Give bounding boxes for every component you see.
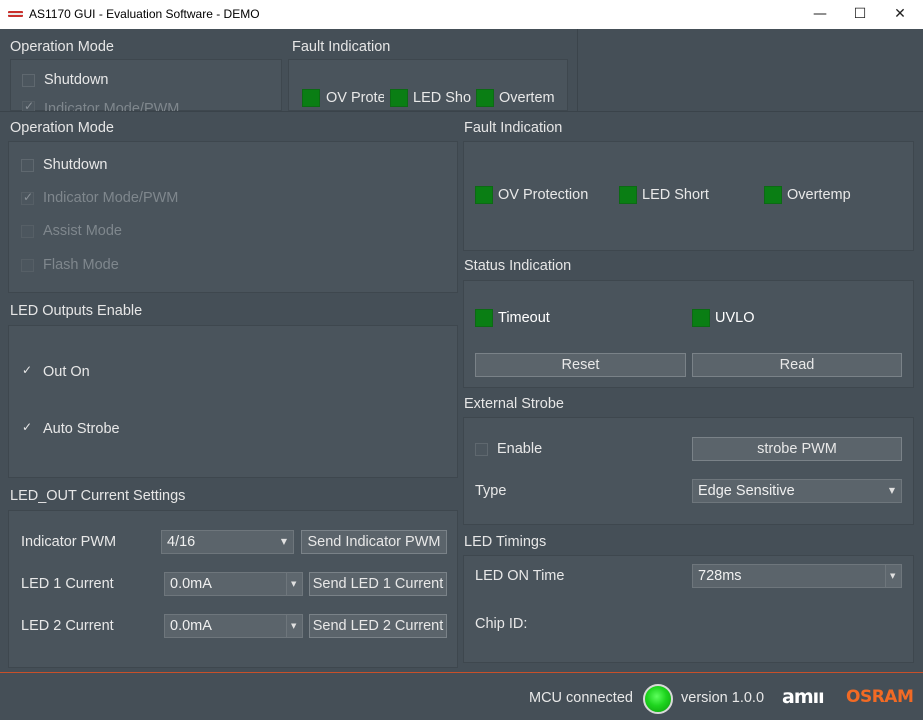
external-strobe-panel bbox=[463, 417, 914, 525]
overlay-shutdown-label: Shutdown bbox=[44, 72, 109, 88]
overlay-ov-led-icon bbox=[302, 89, 320, 107]
led2-current-select[interactable]: 0.0mA bbox=[164, 614, 303, 638]
indicator-pwm-value: 4/16 bbox=[167, 534, 196, 550]
timeout-label: Timeout bbox=[498, 310, 550, 326]
out-on-label: Out On bbox=[43, 364, 90, 380]
send-indicator-pwm-button[interactable]: Send Indicator PWM bbox=[301, 530, 447, 554]
ams-logo: amıı bbox=[782, 686, 825, 708]
led-on-time-dropdown-icon[interactable] bbox=[885, 565, 901, 587]
operation-mode-title: Operation Mode bbox=[10, 120, 114, 136]
current-settings-title: LED_OUT Current Settings bbox=[10, 488, 186, 504]
led2-current-value: 0.0mA bbox=[170, 618, 212, 634]
window-title: AS1170 GUI - Evaluation Software - DEMO bbox=[29, 7, 260, 21]
led1-current-label: LED 1 Current bbox=[21, 576, 114, 592]
strobe-type-label: Type bbox=[475, 483, 507, 499]
ov-protection-label: OV Protection bbox=[498, 187, 589, 203]
ov-protection-led-icon bbox=[475, 186, 493, 204]
strobe-enable-row[interactable]: Enable bbox=[475, 441, 542, 457]
fault-indication-title: Fault Indication bbox=[464, 120, 563, 136]
led1-current-value: 0.0mA bbox=[170, 576, 212, 592]
uvlo-label: UVLO bbox=[715, 310, 755, 326]
auto-strobe-label: Auto Strobe bbox=[43, 421, 120, 437]
assist-mode-row: Assist Mode bbox=[21, 223, 122, 239]
overlay-led-short-led-icon bbox=[390, 89, 408, 107]
overlay-indicator-label: Indicator Mode/PWM bbox=[44, 101, 180, 111]
external-strobe-title: External Strobe bbox=[464, 396, 564, 412]
strobe-type-value: Edge Sensitive bbox=[698, 483, 795, 499]
out-on-row[interactable]: Out On bbox=[21, 363, 90, 381]
chevron-down-icon: ▼ bbox=[888, 486, 895, 495]
send-led2-current-button[interactable]: Send LED 2 Current bbox=[309, 614, 447, 638]
out-on-checkbox[interactable] bbox=[21, 363, 34, 379]
indicator-pwm-select[interactable]: 4/16 ▼ bbox=[161, 530, 294, 554]
overtemp-label: Overtemp bbox=[787, 187, 851, 203]
status-indication-title: Status Indication bbox=[464, 258, 572, 274]
overlay-indicator-checkbox bbox=[22, 101, 35, 111]
mcu-connected-led-icon bbox=[643, 684, 673, 714]
chip-id-label: Chip ID: bbox=[475, 616, 528, 632]
version-label: version 1.0.0 bbox=[681, 690, 765, 706]
overlay-shutdown-row[interactable]: Shutdown bbox=[22, 72, 109, 88]
led-outputs-panel bbox=[8, 325, 458, 478]
flash-mode-label: Flash Mode bbox=[43, 257, 119, 273]
led-short-led-icon bbox=[619, 186, 637, 204]
overlay-led-short-label: LED Sho bbox=[413, 90, 471, 106]
osram-logo: OSRAM bbox=[846, 687, 914, 707]
shutdown-label: Shutdown bbox=[43, 157, 108, 173]
indicator-mode-row: Indicator Mode/PWM bbox=[21, 190, 178, 206]
led-on-time-select[interactable]: 728ms bbox=[692, 564, 902, 588]
overlay-ov-label: OV Prote bbox=[326, 90, 384, 106]
assist-mode-checkbox bbox=[21, 224, 34, 238]
reset-button[interactable]: Reset bbox=[475, 353, 686, 377]
mcu-status-label: MCU connected bbox=[529, 690, 633, 706]
overlay-operation-mode-title: Operation Mode bbox=[10, 39, 114, 55]
overlay-panel: Operation Mode Shutdown Indicator Mode/P… bbox=[0, 29, 578, 111]
title-bar: AS1170 GUI - Evaluation Software - DEMO … bbox=[0, 0, 923, 29]
close-button[interactable]: ✕ bbox=[877, 0, 923, 29]
app-logo-icon bbox=[8, 11, 23, 17]
shutdown-checkbox[interactable] bbox=[21, 158, 34, 172]
flash-mode-row: Flash Mode bbox=[21, 257, 119, 273]
overlay-overtemp-led-icon bbox=[476, 89, 494, 107]
indicator-mode-checkbox bbox=[21, 190, 34, 205]
led-on-time-value: 728ms bbox=[698, 568, 742, 584]
led-short-label: LED Short bbox=[642, 187, 709, 203]
led2-dropdown-icon[interactable] bbox=[286, 615, 302, 637]
send-led1-current-button[interactable]: Send LED 1 Current bbox=[309, 572, 447, 596]
flash-mode-checkbox bbox=[21, 258, 34, 272]
led-outputs-title: LED Outputs Enable bbox=[10, 303, 143, 319]
chevron-down-icon: ▼ bbox=[280, 537, 287, 546]
overlay-shutdown-checkbox[interactable] bbox=[22, 73, 35, 87]
led1-dropdown-icon[interactable] bbox=[286, 573, 302, 595]
shutdown-row[interactable]: Shutdown bbox=[21, 157, 108, 173]
auto-strobe-row[interactable]: Auto Strobe bbox=[21, 420, 120, 438]
strobe-pwm-button[interactable]: strobe PWM bbox=[692, 437, 902, 461]
indicator-pwm-label: Indicator PWM bbox=[21, 534, 117, 550]
strobe-enable-label: Enable bbox=[497, 441, 543, 457]
led-timings-title: LED Timings bbox=[464, 534, 547, 550]
uvlo-led-icon bbox=[692, 309, 710, 327]
strobe-enable-checkbox[interactable] bbox=[475, 442, 488, 456]
overtemp-led-icon bbox=[764, 186, 782, 204]
overlay-divider bbox=[0, 111, 923, 112]
assist-mode-label: Assist Mode bbox=[43, 223, 122, 239]
led2-current-label: LED 2 Current bbox=[21, 618, 114, 634]
led1-current-select[interactable]: 0.0mA bbox=[164, 572, 303, 596]
overlay-fault-title: Fault Indication bbox=[292, 39, 391, 55]
overlay-overtemp-label: Overtem bbox=[499, 90, 555, 106]
timeout-led-icon bbox=[475, 309, 493, 327]
strobe-type-select[interactable]: Edge Sensitive ▼ bbox=[692, 479, 902, 503]
auto-strobe-checkbox[interactable] bbox=[21, 420, 34, 436]
read-button[interactable]: Read bbox=[692, 353, 902, 377]
led-on-time-label: LED ON Time bbox=[475, 568, 565, 584]
overlay-indicator-row: Indicator Mode/PWM bbox=[22, 101, 179, 111]
indicator-mode-label: Indicator Mode/PWM bbox=[43, 190, 179, 206]
status-bar: MCU connected version 1.0.0 amıı OSRAM bbox=[0, 672, 923, 720]
